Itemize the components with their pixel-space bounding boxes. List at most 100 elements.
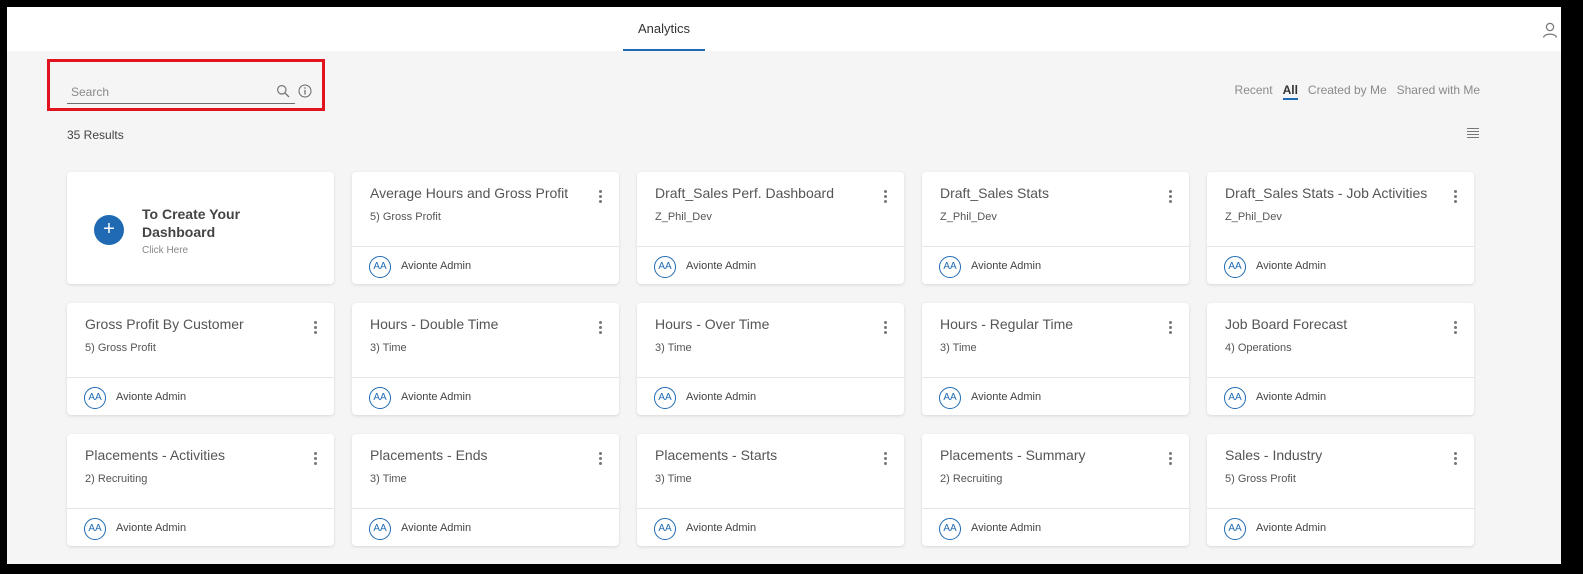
avatar: AA bbox=[84, 387, 106, 409]
card-divider bbox=[637, 508, 904, 509]
avatar: AA bbox=[369, 387, 391, 409]
search-field[interactable] bbox=[67, 83, 295, 104]
dashboard-card[interactable]: Hours - Regular Time 3) Time AA Avionte … bbox=[922, 303, 1189, 415]
kebab-menu-icon[interactable] bbox=[312, 321, 318, 337]
card-owner: Avionte Admin bbox=[971, 522, 1042, 534]
kebab-menu-icon[interactable] bbox=[1167, 321, 1173, 337]
dashboard-card[interactable]: Average Hours and Gross Profit 5) Gross … bbox=[352, 172, 619, 284]
card-divider bbox=[922, 508, 1189, 509]
kebab-menu-icon[interactable] bbox=[597, 190, 603, 206]
card-divider bbox=[637, 246, 904, 247]
kebab-menu-icon[interactable] bbox=[597, 321, 603, 337]
card-title: Draft_Sales Stats - Job Activities bbox=[1225, 185, 1428, 201]
search-icon[interactable] bbox=[276, 84, 290, 98]
card-owner: Avionte Admin bbox=[401, 260, 472, 272]
card-category: 5) Gross Profit bbox=[85, 342, 156, 354]
card-title: Hours - Over Time bbox=[655, 316, 770, 332]
create-dashboard-card[interactable]: + To Create Your Dashboard Click Here bbox=[67, 172, 334, 284]
avatar: AA bbox=[654, 256, 676, 278]
card-category: Z_Phil_Dev bbox=[1225, 211, 1282, 223]
card-category: 4) Operations bbox=[1225, 342, 1292, 354]
dashboard-card[interactable]: Gross Profit By Customer 5) Gross Profit… bbox=[67, 303, 334, 415]
dashboard-card[interactable]: Hours - Over Time 3) Time AA Avionte Adm… bbox=[637, 303, 904, 415]
avatar: AA bbox=[654, 518, 676, 540]
card-title: Placements - Activities bbox=[85, 447, 226, 463]
create-dashboard-title: To Create Your Dashboard bbox=[142, 206, 241, 240]
card-divider bbox=[637, 377, 904, 378]
user-icon[interactable] bbox=[1541, 21, 1559, 39]
card-divider bbox=[922, 246, 1189, 247]
list-view-icon[interactable] bbox=[1466, 127, 1480, 139]
tab-active-indicator bbox=[623, 49, 705, 51]
filter-created-by-me[interactable]: Created by Me bbox=[1308, 83, 1387, 100]
results-count: 35 Results bbox=[67, 128, 124, 142]
filter-all[interactable]: All bbox=[1282, 83, 1298, 100]
dashboard-card[interactable]: Hours - Double Time 3) Time AA Avionte A… bbox=[352, 303, 619, 415]
card-owner: Avionte Admin bbox=[401, 522, 472, 534]
avatar: AA bbox=[939, 518, 961, 540]
card-category: 5) Gross Profit bbox=[370, 211, 441, 223]
dashboard-card[interactable]: Job Board Forecast 4) Operations AA Avio… bbox=[1207, 303, 1474, 415]
card-divider bbox=[67, 377, 334, 378]
kebab-menu-icon[interactable] bbox=[882, 190, 888, 206]
dashboard-card[interactable]: Placements - Activities 2) Recruiting AA… bbox=[67, 434, 334, 546]
card-category: 5) Gross Profit bbox=[1225, 473, 1296, 485]
tab-analytics[interactable]: Analytics bbox=[623, 7, 705, 51]
filter-shared-with-me[interactable]: Shared with Me bbox=[1397, 83, 1480, 100]
avatar: AA bbox=[1224, 256, 1246, 278]
card-category: 2) Recruiting bbox=[85, 473, 148, 485]
app-frame: Analytics Recent All Created by Me Share… bbox=[0, 0, 1583, 574]
card-divider bbox=[1207, 377, 1474, 378]
card-title: Sales - Industry bbox=[1225, 447, 1323, 463]
card-divider bbox=[922, 377, 1189, 378]
avatar: AA bbox=[369, 256, 391, 278]
card-title: Draft_Sales Stats bbox=[940, 185, 1049, 201]
avatar: AA bbox=[84, 518, 106, 540]
card-category: 3) Time bbox=[655, 342, 692, 354]
card-category: 2) Recruiting bbox=[940, 473, 1003, 485]
card-divider bbox=[67, 508, 334, 509]
card-title: Hours - Regular Time bbox=[940, 316, 1074, 332]
card-category: Z_Phil_Dev bbox=[655, 211, 712, 223]
kebab-menu-icon[interactable] bbox=[1167, 452, 1173, 468]
dashboard-card[interactable]: Draft_Sales Perf. Dashboard Z_Phil_Dev A… bbox=[637, 172, 904, 284]
plus-icon[interactable]: + bbox=[94, 215, 124, 245]
filter-recent[interactable]: Recent bbox=[1235, 83, 1273, 100]
avatar: AA bbox=[939, 256, 961, 278]
dashboard-card[interactable]: Draft_Sales Stats - Job Activities Z_Phi… bbox=[1207, 172, 1474, 284]
kebab-menu-icon[interactable] bbox=[882, 321, 888, 337]
card-title: Hours - Double Time bbox=[370, 316, 499, 332]
kebab-menu-icon[interactable] bbox=[882, 452, 888, 468]
create-dashboard-subtitle: Click Here bbox=[142, 245, 189, 256]
dashboard-card[interactable]: Draft_Sales Stats Z_Phil_Dev AA Avionte … bbox=[922, 172, 1189, 284]
kebab-menu-icon[interactable] bbox=[1452, 321, 1458, 337]
info-icon[interactable] bbox=[298, 84, 312, 98]
kebab-menu-icon[interactable] bbox=[312, 452, 318, 468]
card-divider bbox=[352, 377, 619, 378]
kebab-menu-icon[interactable] bbox=[1167, 190, 1173, 206]
card-title: Placements - Starts bbox=[655, 447, 778, 463]
kebab-menu-icon[interactable] bbox=[1452, 452, 1458, 468]
card-category: Z_Phil_Dev bbox=[940, 211, 997, 223]
dashboard-card[interactable]: Placements - Summary 2) Recruiting AA Av… bbox=[922, 434, 1189, 546]
card-owner: Avionte Admin bbox=[1256, 391, 1327, 403]
avatar: AA bbox=[939, 387, 961, 409]
avatar: AA bbox=[654, 387, 676, 409]
card-owner: Avionte Admin bbox=[686, 391, 757, 403]
search-input[interactable] bbox=[67, 83, 271, 101]
card-category: 3) Time bbox=[370, 473, 407, 485]
card-title: Draft_Sales Perf. Dashboard bbox=[655, 185, 834, 201]
kebab-menu-icon[interactable] bbox=[597, 452, 603, 468]
card-category: 3) Time bbox=[940, 342, 977, 354]
dashboard-card[interactable]: Placements - Ends 3) Time AA Avionte Adm… bbox=[352, 434, 619, 546]
card-category: 3) Time bbox=[655, 473, 692, 485]
dashboard-card[interactable]: Sales - Industry 5) Gross Profit AA Avio… bbox=[1207, 434, 1474, 546]
view-filter-tabs: Recent All Created by Me Shared with Me bbox=[1235, 83, 1480, 100]
avatar: AA bbox=[1224, 518, 1246, 540]
card-owner: Avionte Admin bbox=[116, 391, 187, 403]
card-divider bbox=[1207, 246, 1474, 247]
card-title: Job Board Forecast bbox=[1225, 316, 1348, 332]
dashboard-card[interactable]: Placements - Starts 3) Time AA Avionte A… bbox=[637, 434, 904, 546]
kebab-menu-icon[interactable] bbox=[1452, 190, 1458, 206]
card-owner: Avionte Admin bbox=[116, 522, 187, 534]
